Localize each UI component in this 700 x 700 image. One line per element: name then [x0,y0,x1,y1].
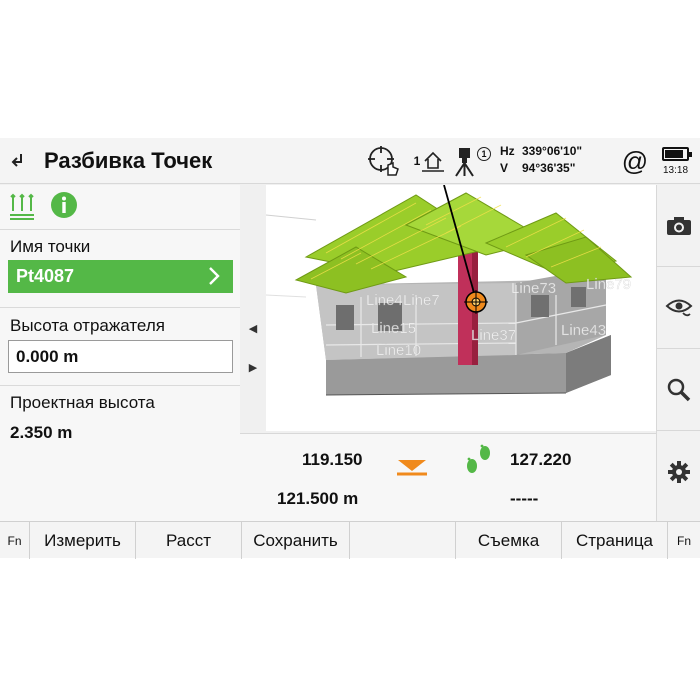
model-line-label: Line10 [376,342,421,359]
save-button[interactable]: Сохранить [242,522,350,559]
divider [0,229,240,230]
footsteps-icon [467,444,490,473]
battery-status: 13:18 [660,144,696,178]
empty-reading: ----- [510,489,539,508]
clock: 13:18 [663,165,689,176]
divider [0,385,240,386]
view-toggle-button[interactable] [657,267,700,349]
divider [0,307,240,308]
instrument-button[interactable]: 1 [452,144,492,178]
hz-value: 339°06'10" [522,144,583,158]
battery-icon [662,147,692,161]
model-line-label: Line79 [586,276,631,293]
prism-house-icon [422,151,445,172]
v-value: 94°36'35" [522,161,576,175]
reflector-height-label: Высота отражателя [10,316,165,335]
settings-button[interactable] [657,431,700,513]
next-view-button[interactable]: ▶ [246,360,260,374]
model-line-label: Line73 [511,280,556,297]
model-line-label: Line43 [561,322,606,339]
back-button[interactable] [4,146,34,176]
zoom-button[interactable] [657,349,700,431]
camera-button[interactable] [657,185,700,267]
point-name-label: Имя точки [10,237,91,256]
hz-label: Hz [500,144,515,158]
caret-left-icon: ◀ [248,322,258,335]
model-line-label: Line4 [366,292,403,309]
survey-points-icon[interactable] [8,191,36,221]
survey-button[interactable]: Съемка [456,522,562,559]
softkey-bar: Fn Измерить Расст Сохранить Съемка Стран… [0,521,700,559]
chevron-right-icon [209,267,220,285]
view-nav-column: ◀ ▶ [240,185,266,425]
at-button[interactable]: @ [620,144,650,178]
fn-left-button[interactable]: Fn [0,522,30,559]
battery-fill [665,150,683,158]
point-name-value: Pt4087 [16,266,75,286]
height-delta-icon [397,460,427,476]
reflector-height-value: 0.000 m [16,346,79,366]
target-search-button[interactable] [364,144,404,178]
right-toolbar [656,185,700,521]
measure-button[interactable]: Измерить [30,522,136,559]
app-screen: Разбивка Точек 1 1 Hz 339°06'10" V 94°36… [0,138,700,559]
instrument-number: 1 [477,147,491,161]
design-height-reading: 121.500 m [277,489,359,508]
point-name-selector[interactable]: Pt4087 [8,260,233,293]
v-label: V [500,161,509,175]
prism-button[interactable]: 1 [410,144,448,178]
app-header: Разбивка Точек 1 1 Hz 339°06'10" V 94°36… [0,138,700,184]
distance-button[interactable]: Расст [136,522,242,559]
angle-readout: Hz 339°06'10" V 94°36'35" [500,143,582,177]
design-height-label: Проектная высота [10,393,155,412]
total-station-icon [455,148,474,177]
prev-view-button[interactable]: ◀ [246,321,260,335]
caret-right-icon: ▶ [248,361,258,374]
crosshair-hand-icon [368,146,399,176]
reflector-height-input[interactable]: 0.000 m [8,340,233,373]
model-line-label: Line15 [371,320,416,337]
design-height-value: 2.350 m [10,423,73,442]
prism-number: 1 [413,154,421,168]
panel-tabs [8,191,78,221]
page-title: Разбивка Точек [44,148,213,173]
back-arrow-icon [11,154,22,167]
camera-icon [667,216,691,235]
building-model: Line4 Line7 Line73 Line79 Line15 Line10 … [266,185,633,396]
at-icon: @ [621,145,649,176]
magnifier-icon [667,378,691,401]
eye-icon [665,299,693,316]
page-button[interactable]: Страница [562,522,668,559]
stakeout-readings: 119.150 121.500 m 127.220 ----- [240,433,656,521]
distance-reading: 127.220 [510,450,572,469]
model-line-label: Line37 [471,327,516,344]
info-icon[interactable] [50,191,78,219]
point-info-panel: Имя точки Pt4087 Высота отражателя 0.000… [0,185,240,521]
fn-right-button[interactable]: Fn [668,522,700,559]
model-line-label: Line7 [403,292,440,309]
gear-icon [668,461,690,483]
model-3d-view[interactable]: Line4 Line7 Line73 Line79 Line15 Line10 … [266,185,656,431]
empty-softkey[interactable] [350,522,456,559]
height-reading: 119.150 [302,450,363,469]
